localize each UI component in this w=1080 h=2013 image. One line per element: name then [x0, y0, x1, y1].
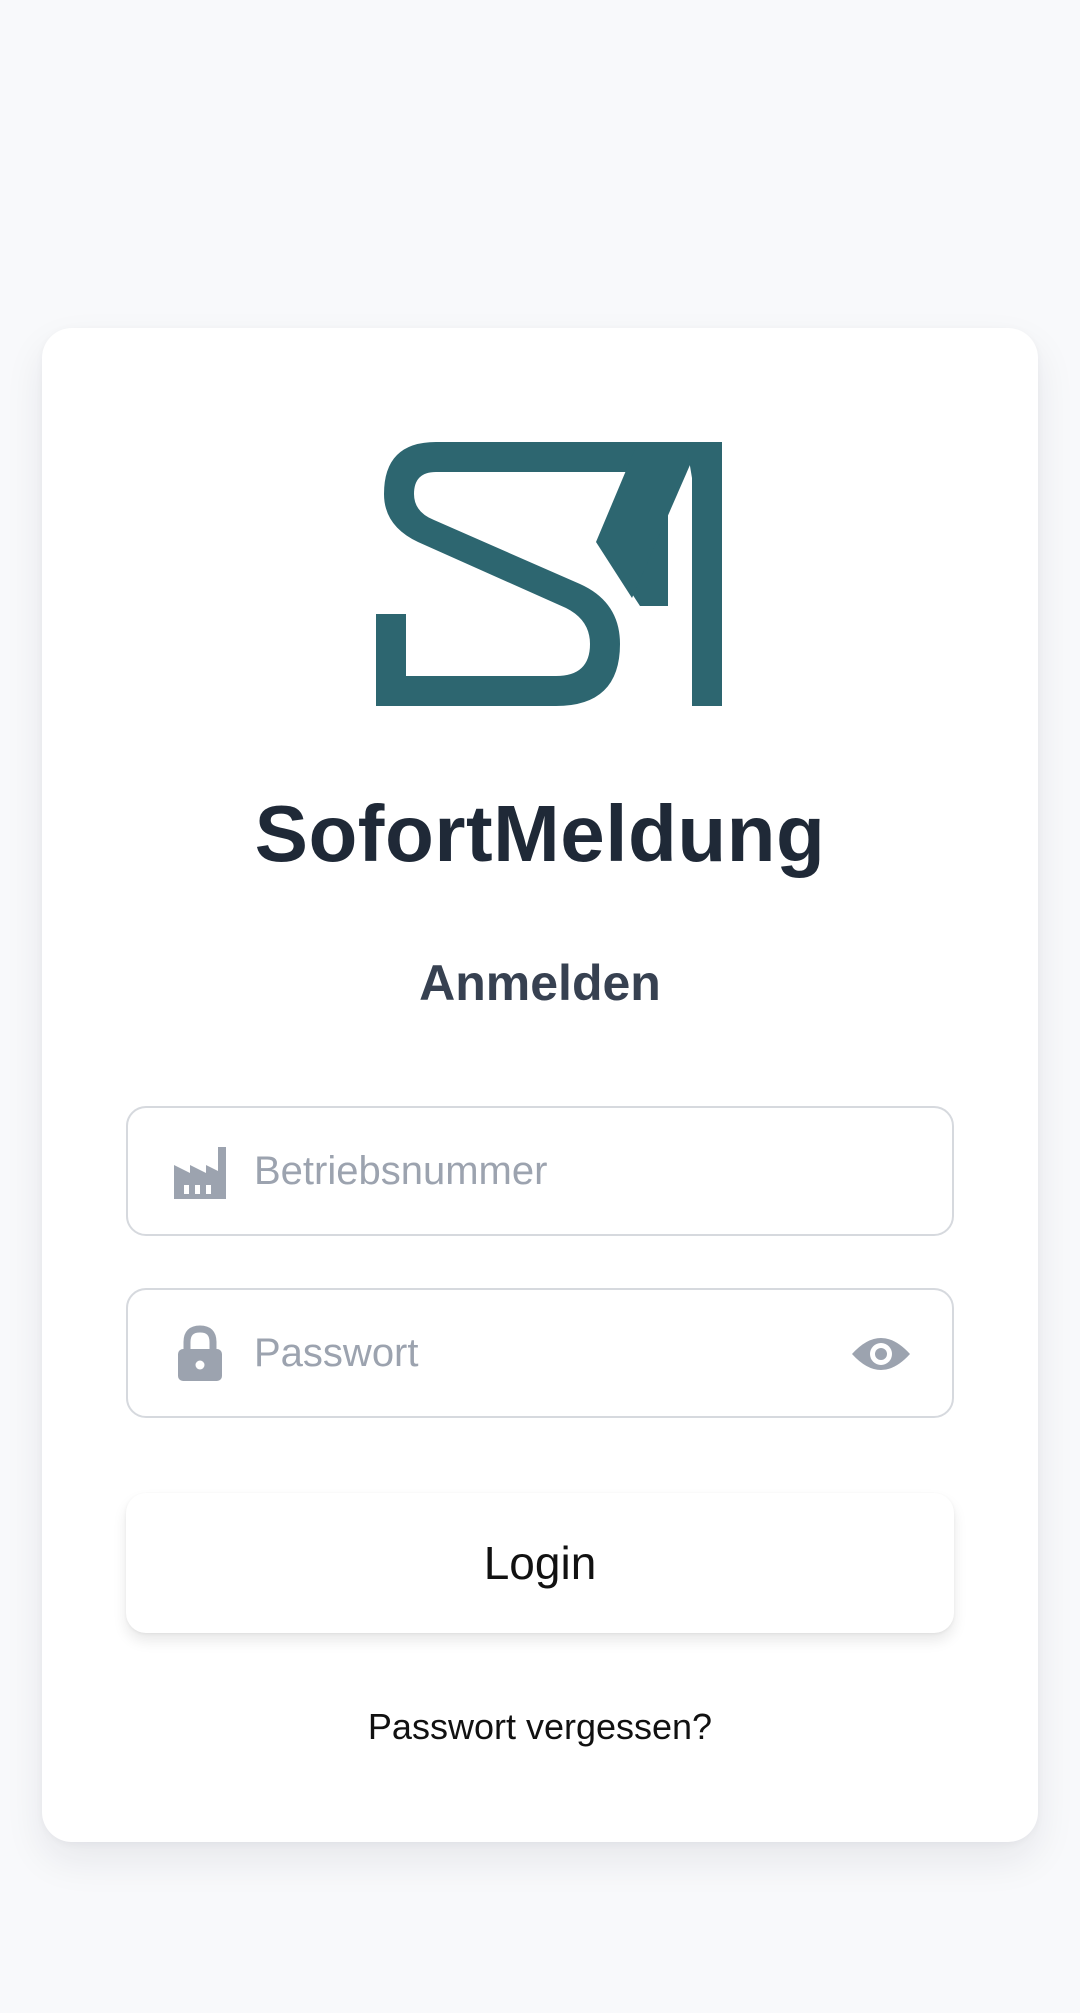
eye-icon[interactable] [850, 1330, 912, 1378]
forgot-password-link[interactable]: Passwort vergessen? [42, 1706, 1038, 1748]
login-card: SofortMeldung Anmelden Login Passwort ve… [42, 328, 1038, 1842]
sm-logo-icon [376, 442, 722, 706]
password-field[interactable] [126, 1288, 954, 1418]
factory-icon [174, 1147, 226, 1199]
login-heading: Anmelden [419, 955, 661, 1011]
password-input[interactable] [254, 1290, 814, 1416]
company-number-field[interactable] [126, 1106, 954, 1236]
login-button[interactable]: Login [126, 1493, 954, 1633]
company-number-input[interactable] [254, 1108, 814, 1234]
lock-icon [178, 1325, 222, 1381]
app-title: SofortMeldung [254, 789, 826, 878]
